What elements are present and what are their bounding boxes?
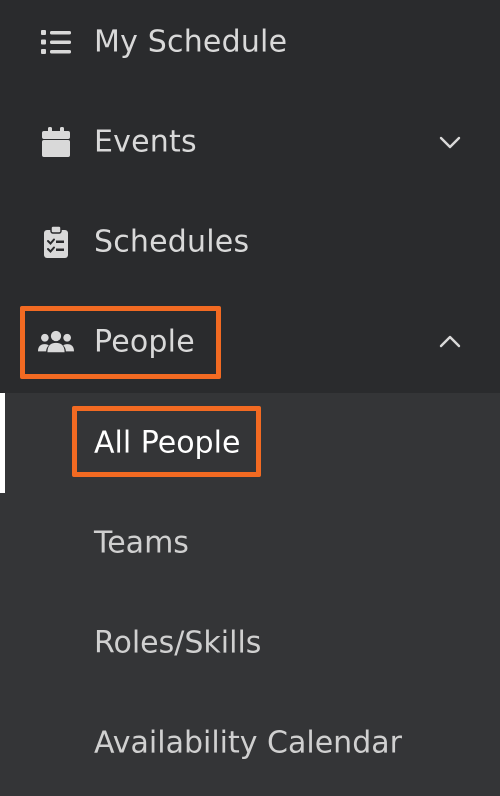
clipboard-check-icon [38,224,74,260]
nav-item-label: My Schedule [94,24,288,60]
submenu-item-roles-skills[interactable]: Roles/Skills [0,593,500,693]
submenu-item-label: Teams [94,525,189,561]
highlight-all-people [72,406,261,477]
sidebar-nav: My Schedule Events Schedules People All … [0,0,500,796]
nav-item-events[interactable]: Events [0,92,500,192]
list-icon [38,24,74,60]
active-indicator [0,393,5,493]
nav-item-label: Events [94,124,197,160]
submenu-item-availability-calendar[interactable]: Availability Calendar [0,693,500,793]
highlight-people [20,306,221,379]
nav-item-label: Schedules [94,224,250,260]
submenu-item-teams[interactable]: Teams [0,493,500,593]
nav-item-my-schedule[interactable]: My Schedule [0,0,500,92]
calendar-icon [38,124,74,160]
submenu-item-label: Availability Calendar [94,725,402,761]
nav-item-schedules[interactable]: Schedules [0,192,500,292]
chevron-down-icon[interactable] [438,130,462,154]
chevron-up-icon[interactable] [438,330,462,354]
submenu-item-label: Roles/Skills [94,625,262,661]
